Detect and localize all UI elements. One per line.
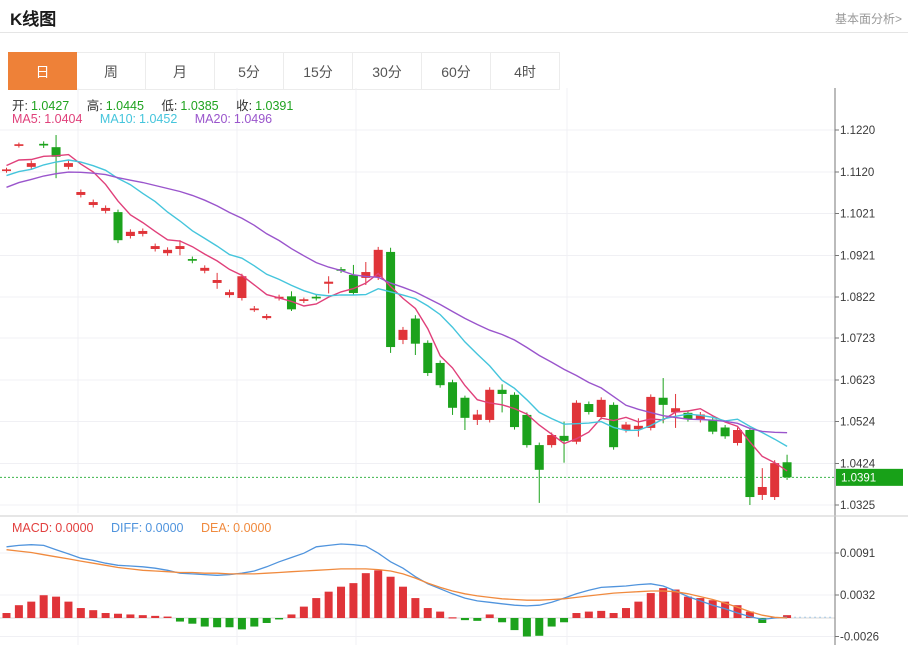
svg-text:1.1120: 1.1120 (840, 167, 874, 179)
kline-panel: K线图 基本面分析> 日周月 5分 15分 30分 60分 4时 1.1220 1.1120… (0, 0, 908, 645)
ma-legend: MA5: 1.0404 MA10: 1.0452 MA20: 1.0496 (12, 112, 275, 126)
svg-text:1.0325: 1.0325 (840, 500, 875, 512)
high-label: 高: (86, 99, 103, 113)
low-label: 低: (161, 99, 178, 113)
ma10-value: 1.0452 (139, 112, 178, 126)
close-value: 1.0391 (255, 99, 294, 113)
ma5-value: 1.0404 (44, 112, 83, 126)
svg-text:0.0032: 0.0032 (840, 590, 875, 602)
macd-value: 0.0000 (55, 521, 94, 535)
svg-text:1.1220: 1.1220 (840, 125, 875, 137)
svg-text:-0.0026: -0.0026 (840, 632, 879, 644)
current-price-badge: 1.0391 (836, 468, 903, 486)
low-value: 1.0385 (180, 99, 219, 113)
svg-text:1.0391: 1.0391 (841, 472, 876, 484)
diff-value: 0.0000 (145, 521, 184, 535)
macd-label: MACD: (12, 521, 53, 535)
dea-label: DEA: (200, 521, 231, 535)
svg-text:1.0723: 1.0723 (840, 333, 875, 345)
ma20-label: MA20: (194, 112, 231, 126)
high-value: 1.0445 (105, 99, 144, 113)
diff-label: DIFF: (111, 521, 143, 535)
ma20-line (6, 171, 788, 434)
ma5-line (6, 153, 788, 472)
close-label: 收: (236, 99, 253, 113)
ma10-label: MA10: (99, 112, 137, 126)
diff-line (6, 543, 788, 621)
svg-text:1.0524: 1.0524 (840, 417, 876, 429)
svg-text:1.1021: 1.1021 (840, 208, 875, 220)
svg-text:1.0424: 1.0424 (840, 459, 876, 471)
svg-text:0.0091: 0.0091 (840, 548, 875, 560)
dea-value: 0.0000 (233, 521, 272, 535)
ma10-line (6, 159, 788, 448)
macd-legend: MACD: 0.0000 DIFF: 0.0000 DEA: 0.0000 (12, 521, 274, 535)
macd-chart[interactable] (0, 543, 835, 638)
open-value: 1.0427 (30, 99, 70, 113)
open-label: 开: (12, 99, 28, 113)
ma20-value: 1.0496 (233, 112, 273, 126)
candles-layer[interactable] (2, 135, 792, 506)
svg-text:1.0822: 1.0822 (840, 292, 875, 304)
ma5-label: MA5: (12, 112, 42, 126)
svg-text:1.0921: 1.0921 (840, 250, 875, 262)
dea-line (6, 549, 788, 619)
ma-lines (6, 153, 788, 472)
main-gridlines (0, 88, 835, 645)
svg-text:1.0623: 1.0623 (840, 375, 875, 387)
